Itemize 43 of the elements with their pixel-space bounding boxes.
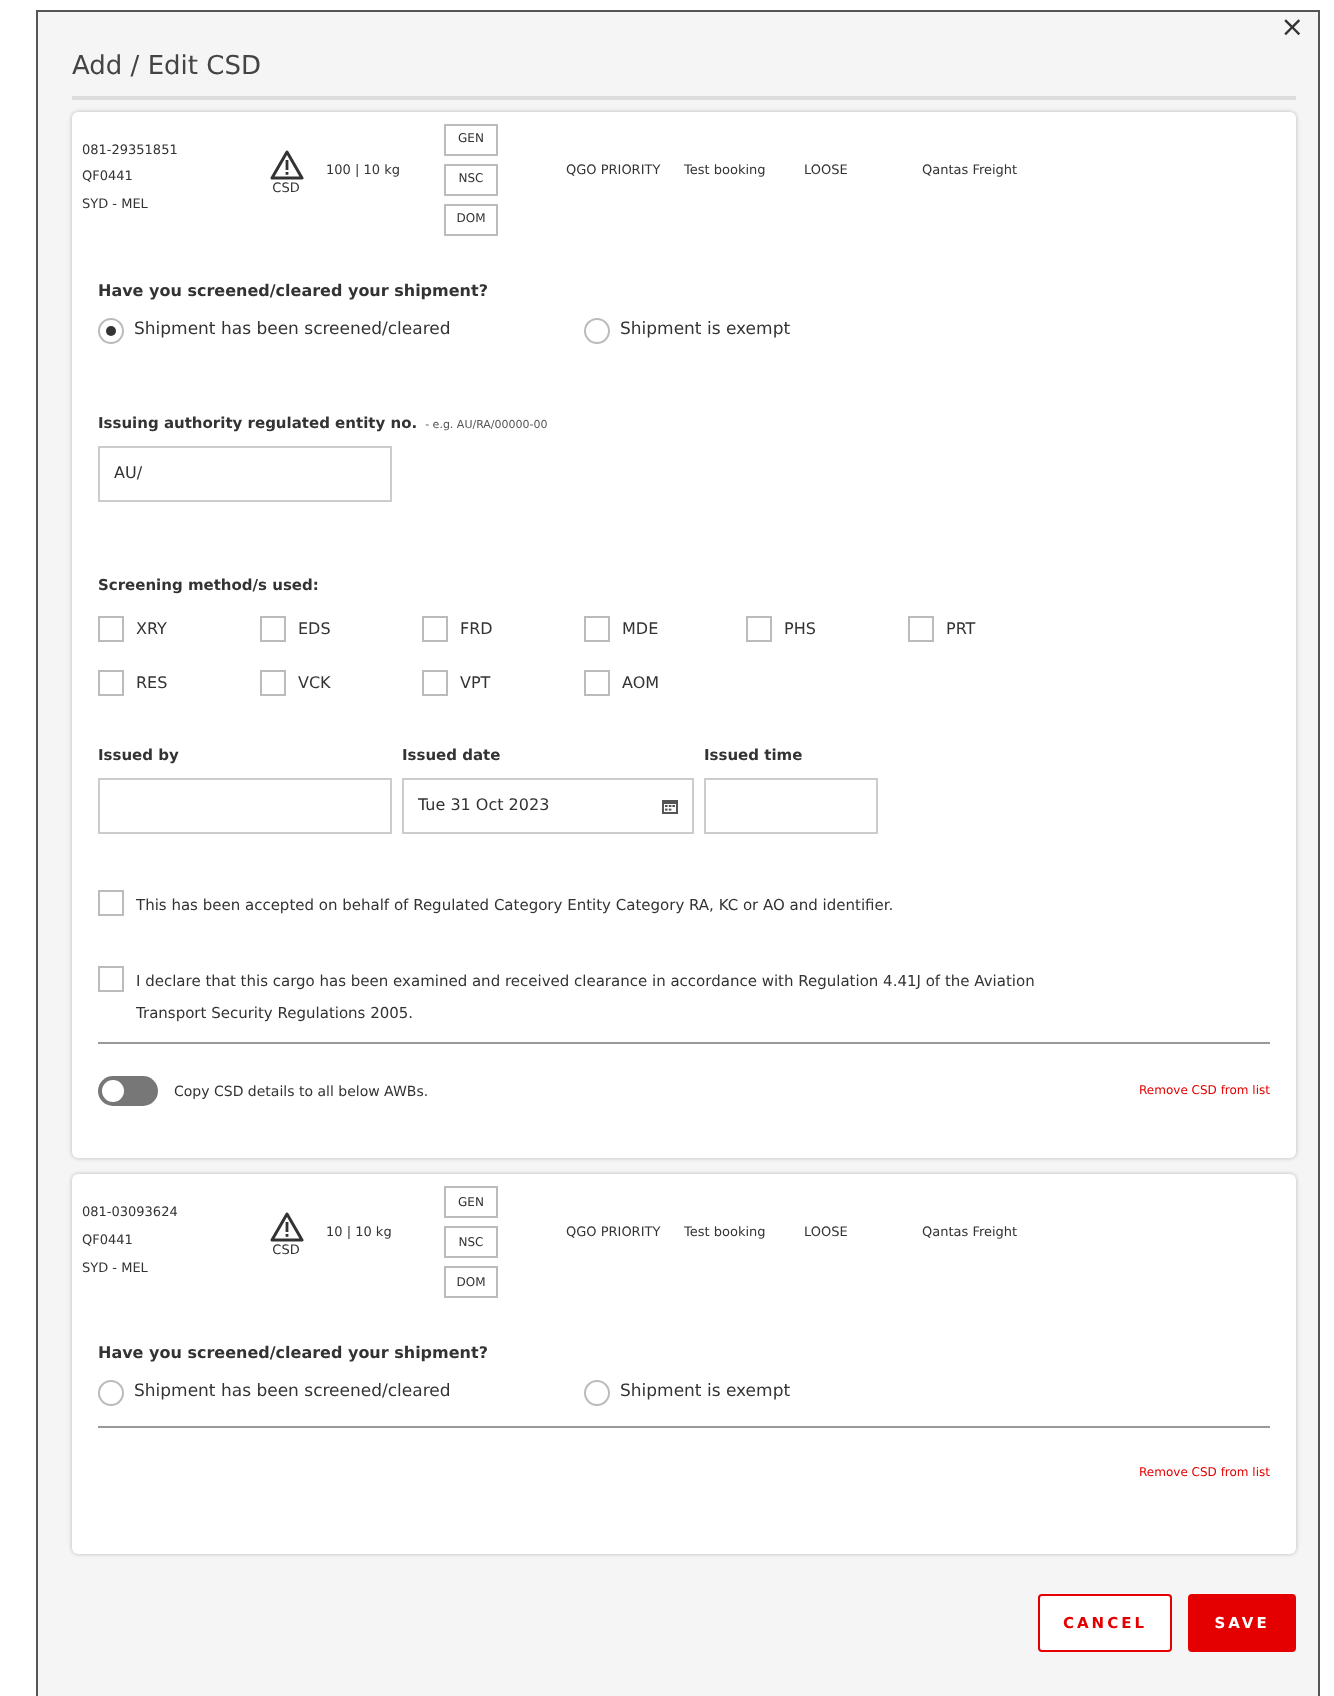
checkbox-label: XRY	[136, 617, 167, 641]
checkbox[interactable]	[584, 616, 610, 642]
checkbox[interactable]	[584, 670, 610, 696]
checkbox[interactable]	[422, 670, 448, 696]
date-field[interactable]: Tue 31 Oct 2023	[402, 778, 694, 835]
checkbox-label: AOM	[622, 671, 660, 695]
checkbox-label: RES	[136, 671, 168, 695]
question-text: Have you screened/cleared your shipment?	[98, 1342, 490, 1367]
checkbox-label: VCK	[298, 671, 331, 695]
radio-label: Shipment is exempt	[620, 317, 791, 343]
radio-button[interactable]	[98, 317, 124, 343]
radio-button[interactable]	[584, 1380, 610, 1407]
checkbox[interactable]	[422, 616, 448, 642]
checkbox-label: PRT	[946, 617, 976, 641]
text-field[interactable]	[98, 778, 392, 835]
warning-icon	[269, 149, 303, 179]
entity-number-field[interactable]: AU/	[98, 445, 392, 502]
checkbox-label: VPT	[460, 671, 491, 695]
radio-button[interactable]	[98, 1380, 124, 1407]
checkbox[interactable]	[98, 670, 124, 696]
radio-label: Shipment has been screened/cleared	[134, 1380, 451, 1407]
calendar-icon	[662, 798, 678, 815]
radio-label: Shipment is exempt	[620, 1380, 791, 1407]
text-field[interactable]	[704, 778, 878, 835]
checkbox[interactable]	[98, 966, 124, 993]
dialog-title: Add / Edit CSD	[72, 48, 1296, 99]
checkbox[interactable]	[98, 616, 124, 642]
checkbox-label: FRD	[460, 617, 493, 641]
checkbox[interactable]	[260, 670, 286, 696]
checkbox-label: EDS	[298, 617, 331, 641]
checkbox-label: PHS	[784, 617, 816, 641]
checkbox[interactable]	[260, 616, 286, 642]
checkbox[interactable]	[98, 890, 124, 917]
close-button[interactable]: ×	[1276, 12, 1308, 46]
checkbox[interactable]	[746, 616, 772, 642]
date-value: Tue 31 Oct 2023	[418, 794, 550, 819]
checkbox-label: MDE	[622, 617, 659, 641]
radio-label: Shipment has been screened/cleared	[134, 317, 451, 343]
toggle-switch[interactable]	[98, 1076, 158, 1107]
radio-button[interactable]	[584, 317, 610, 343]
warning-icon	[269, 1212, 303, 1243]
question-text: Have you screened/cleared your shipment?	[98, 279, 490, 303]
checkbox[interactable]	[908, 616, 934, 642]
